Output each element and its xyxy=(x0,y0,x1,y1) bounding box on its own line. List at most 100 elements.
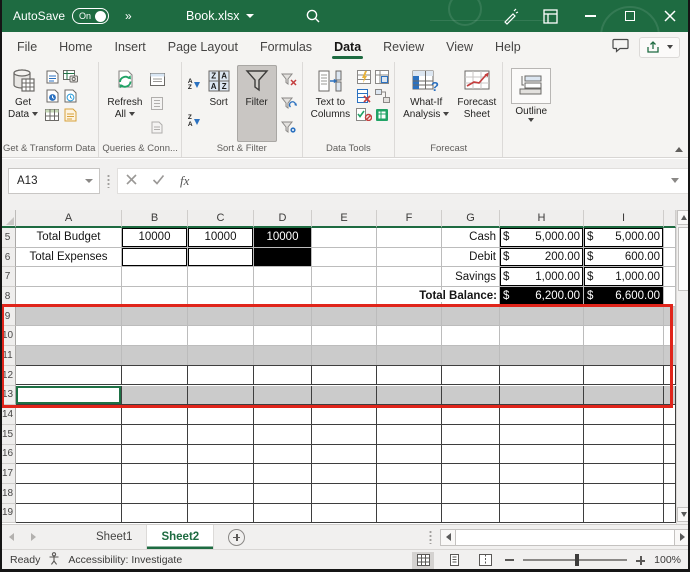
cell-D19[interactable] xyxy=(254,503,312,524)
cell-G10[interactable] xyxy=(442,326,500,347)
cell-C12[interactable] xyxy=(188,364,254,385)
page-layout-view-button[interactable] xyxy=(443,552,465,569)
cell-H11[interactable] xyxy=(500,346,584,366)
cell-H17[interactable] xyxy=(500,464,584,484)
column-header-A[interactable]: A xyxy=(16,210,122,228)
cell-I5[interactable]: $5,000.00 xyxy=(584,228,664,248)
next-sheet-button[interactable] xyxy=(22,533,44,541)
cell-E17[interactable] xyxy=(312,464,377,484)
confirm-entry-button[interactable] xyxy=(152,172,165,190)
row-header-6[interactable]: 6 xyxy=(0,247,16,268)
cell-D16[interactable] xyxy=(254,444,312,465)
cell-I12[interactable] xyxy=(584,364,664,385)
vertical-scrollbar[interactable] xyxy=(676,210,690,524)
cell-H6[interactable]: $200.00 xyxy=(500,247,584,268)
cell-A15[interactable] xyxy=(16,424,122,445)
queries-connections-icon[interactable] xyxy=(148,71,166,88)
cell-D17[interactable] xyxy=(254,464,312,484)
sort-ascending-icon[interactable]: AZ xyxy=(188,78,200,92)
cell-B16[interactable] xyxy=(122,444,188,465)
advanced-filter-icon[interactable] xyxy=(280,119,298,136)
quick-access-overflow-button[interactable]: » xyxy=(125,9,133,23)
sheet-tab-sheet1[interactable]: Sheet1 xyxy=(82,525,148,549)
cell-D13[interactable] xyxy=(254,385,312,406)
data-validation-icon[interactable] xyxy=(355,106,373,123)
cell-B11[interactable] xyxy=(122,346,188,366)
cell-E11[interactable] xyxy=(312,346,377,366)
cell-F17[interactable] xyxy=(377,464,442,484)
cell-F9[interactable] xyxy=(377,306,442,327)
cell-E8[interactable] xyxy=(312,287,377,307)
cell-C15[interactable] xyxy=(188,424,254,445)
cell-G8[interactable]: Total Balance: xyxy=(416,287,500,307)
tab-file[interactable]: File xyxy=(6,32,48,62)
reapply-filter-icon[interactable] xyxy=(280,95,298,112)
cell-B15[interactable] xyxy=(122,424,188,445)
cell-B12[interactable] xyxy=(122,364,188,385)
formula-bar-drag-handle[interactable] xyxy=(107,173,110,188)
properties-icon[interactable] xyxy=(148,95,166,112)
cell-E13[interactable] xyxy=(312,385,377,406)
cell-H15[interactable] xyxy=(500,424,584,445)
cell-I15[interactable] xyxy=(584,424,664,445)
clear-filter-icon[interactable] xyxy=(280,71,298,88)
cell-C14[interactable] xyxy=(188,405,254,425)
minimize-button[interactable] xyxy=(570,0,610,32)
column-header-H[interactable]: H xyxy=(500,210,584,228)
cell-C5[interactable]: 10000 xyxy=(188,228,254,248)
cell-C11[interactable] xyxy=(188,346,254,366)
cell-D11[interactable] xyxy=(254,346,312,366)
cell-A13[interactable] xyxy=(16,385,122,406)
cell-C6[interactable] xyxy=(188,247,254,268)
cell-E14[interactable] xyxy=(312,405,377,425)
cell-H13[interactable] xyxy=(500,385,584,406)
cell-A8[interactable] xyxy=(16,287,122,307)
cell-E9[interactable] xyxy=(312,306,377,327)
sort-descending-icon[interactable]: ZA xyxy=(188,115,200,128)
cell-B5[interactable]: 10000 xyxy=(122,228,188,248)
cell-F5[interactable] xyxy=(377,228,442,248)
cell-D18[interactable] xyxy=(254,483,312,504)
from-text-csv-icon[interactable] xyxy=(43,68,61,85)
cell-B10[interactable] xyxy=(122,326,188,347)
cell-G11[interactable] xyxy=(442,346,500,366)
cell-D14[interactable] xyxy=(254,405,312,425)
column-header-F[interactable]: F xyxy=(377,210,442,228)
cell-C17[interactable] xyxy=(188,464,254,484)
recent-sources-icon[interactable] xyxy=(43,87,61,104)
cell-F12[interactable] xyxy=(377,364,442,385)
formula-input[interactable] xyxy=(204,169,656,193)
cell-F10[interactable] xyxy=(377,326,442,347)
row-header-13[interactable]: 13 xyxy=(0,385,16,406)
tab-data[interactable]: Data xyxy=(323,32,372,62)
cell-E10[interactable] xyxy=(312,326,377,347)
cell-H16[interactable] xyxy=(500,444,584,465)
cell-F13[interactable] xyxy=(377,385,442,406)
cell-G13[interactable] xyxy=(442,385,500,406)
zoom-in-button[interactable] xyxy=(636,555,646,565)
cell-C7[interactable] xyxy=(188,267,254,288)
search-button[interactable] xyxy=(305,8,321,27)
cell-I18[interactable] xyxy=(584,483,664,504)
previous-sheet-button[interactable] xyxy=(0,533,22,541)
cell-E19[interactable] xyxy=(312,503,377,524)
tab-review[interactable]: Review xyxy=(372,32,435,62)
forecast-sheet-button[interactable]: Forecast Sheet xyxy=(454,65,499,142)
normal-view-button[interactable] xyxy=(412,551,435,569)
cell-C10[interactable] xyxy=(188,326,254,347)
column-header-G[interactable]: G xyxy=(442,210,500,228)
column-header-B[interactable]: B xyxy=(122,210,188,228)
row-header-16[interactable]: 16 xyxy=(0,444,16,465)
cell-B19[interactable] xyxy=(122,503,188,524)
flash-fill-icon[interactable] xyxy=(355,68,373,85)
cell-I11[interactable] xyxy=(584,346,664,366)
cell-A18[interactable] xyxy=(16,483,122,504)
tab-page-layout[interactable]: Page Layout xyxy=(157,32,249,62)
cell-D6[interactable] xyxy=(254,247,312,268)
text-to-columns-button[interactable]: Text to Columns xyxy=(308,65,353,142)
cell-E5[interactable] xyxy=(312,228,377,248)
cell-H19[interactable] xyxy=(500,503,584,524)
cell-H8[interactable]: $6,200.00 xyxy=(500,287,584,307)
tab-formulas[interactable]: Formulas xyxy=(249,32,323,62)
outline-button[interactable]: Outline xyxy=(508,65,554,157)
